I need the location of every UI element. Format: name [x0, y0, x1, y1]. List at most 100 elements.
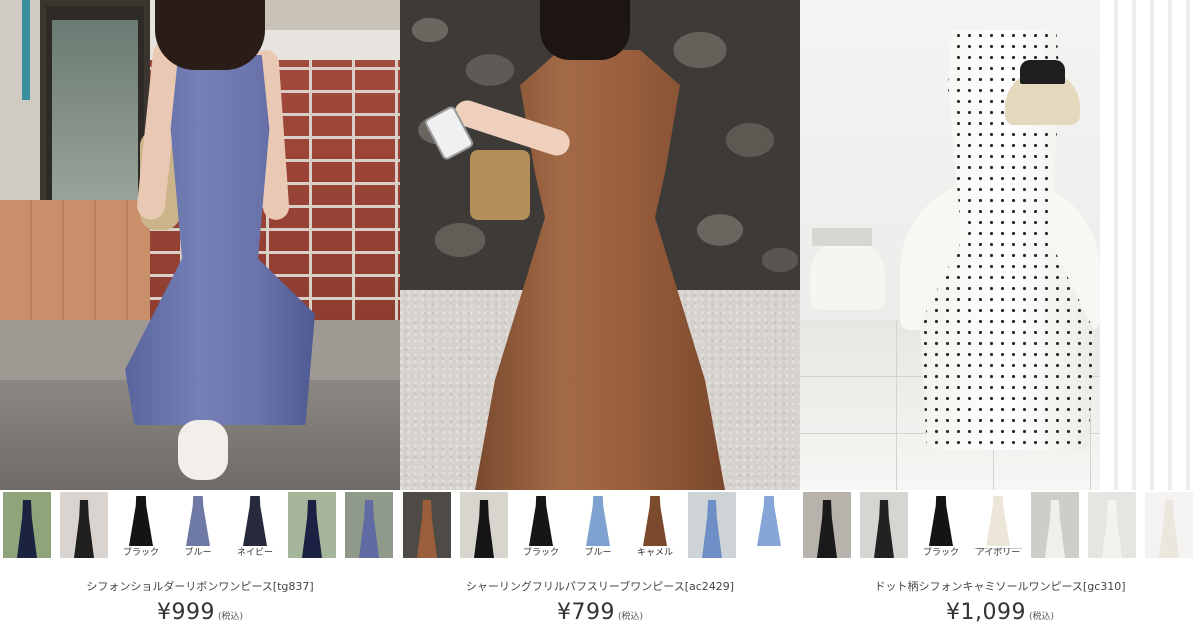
color-thumbnail[interactable] — [860, 492, 908, 558]
boucle-stool — [810, 240, 885, 310]
dress-figure — [586, 496, 610, 546]
color-thumbnail[interactable] — [403, 492, 451, 558]
basket-bag — [470, 150, 530, 220]
color-thumbnail[interactable]: ブラック — [117, 492, 165, 558]
dress-figure — [417, 500, 437, 558]
thumbnail-swatch-image — [517, 492, 565, 548]
price: ¥1,099 — [945, 600, 1026, 625]
thumbnail-swatch-image — [917, 492, 965, 548]
thumbnail-photo — [403, 492, 451, 558]
thumbnail-photo — [60, 492, 108, 558]
dress-figure — [74, 500, 94, 558]
color-thumbnail[interactable]: ブラック — [917, 492, 965, 558]
color-thumbnails: ブラック ブルー キャメル — [400, 490, 800, 560]
thumbnail-color-label: ブラック — [922, 548, 959, 558]
fur-sandal — [178, 420, 228, 480]
thumbnail-photo — [460, 492, 508, 558]
dress-figure — [529, 496, 553, 546]
dress-figure — [243, 496, 267, 546]
thumbnail-color-label: アイボリー — [975, 548, 1021, 558]
dress-figure — [1045, 500, 1065, 558]
dress-figure — [929, 496, 953, 546]
dress-figure — [702, 500, 722, 558]
thumbnail-photo — [3, 492, 51, 558]
price: ¥999 — [156, 600, 215, 625]
pole — [22, 0, 30, 100]
dress-figure — [986, 496, 1010, 546]
color-thumbnail[interactable] — [345, 492, 393, 558]
thumbnail-photo — [345, 492, 393, 558]
thumbnail-color-label: ネイビー — [236, 548, 273, 558]
color-thumbnail[interactable]: ネイビー — [231, 492, 279, 558]
tax-label: (税込) — [1028, 612, 1054, 622]
product-name[interactable]: ドット柄シフォンキャミソールワンピース[gc310] — [800, 578, 1200, 594]
model-hair — [540, 0, 630, 60]
tax-label: (税込) — [617, 612, 644, 622]
color-thumbnail[interactable]: ブラック — [517, 492, 565, 558]
thumbnail-swatch-image — [745, 492, 793, 548]
thumbnail-swatch-image — [231, 492, 279, 548]
books — [812, 228, 872, 246]
rattan-bag-flap — [1020, 60, 1065, 84]
thumbnail-swatch-image — [631, 492, 679, 548]
price: ¥799 — [556, 600, 615, 625]
thumbnail-swatch-image — [574, 492, 622, 548]
product-card-gc310[interactable]: ブラック アイボリー ドット柄シフォンキャミソールワンピース[gc310] ¥1,… — [800, 0, 1200, 628]
thumbnail-swatch-image — [974, 492, 1022, 549]
color-thumbnails: ブラック ブルー ネイビー — [0, 490, 400, 560]
color-thumbnail[interactable] — [745, 492, 793, 558]
thumbnail-photo — [803, 492, 851, 558]
dress-figure — [757, 496, 781, 546]
dress-figure — [17, 500, 37, 558]
dress-figure — [643, 496, 667, 546]
product-photo[interactable] — [800, 0, 1200, 490]
color-thumbnail[interactable] — [460, 492, 508, 558]
model-hair — [155, 0, 265, 70]
product-photo[interactable] — [400, 0, 800, 490]
product-name[interactable]: シフォンショルダーリボンワンピース[tg837] — [0, 578, 400, 594]
color-thumbnail[interactable] — [288, 492, 336, 558]
thumbnail-photo — [688, 492, 736, 558]
thumbnail-color-label: ブルー — [184, 548, 212, 558]
thumbnail-swatch-image — [117, 492, 165, 548]
dress-figure — [1159, 500, 1179, 558]
thumbnail-photo — [1031, 492, 1079, 558]
color-thumbnail[interactable] — [60, 492, 108, 558]
color-thumbnail[interactable] — [1088, 492, 1136, 558]
color-thumbnail[interactable]: キャメル — [631, 492, 679, 558]
dress-figure — [474, 500, 494, 558]
sheer-curtain — [1100, 0, 1200, 490]
product-name[interactable]: シャーリングフリルパフスリーブワンピース[ac2429] — [400, 578, 800, 594]
thumbnail-photo — [1088, 492, 1136, 558]
thumbnail-color-label: ブラック — [522, 548, 559, 558]
dress-figure — [129, 496, 153, 546]
dress-figure — [817, 500, 837, 558]
color-thumbnail[interactable] — [688, 492, 736, 558]
dress-figure — [1102, 500, 1122, 558]
color-thumbnail[interactable]: ブルー — [174, 492, 222, 558]
price-block: ¥999 (税込) — [0, 600, 400, 625]
dress-figure — [874, 500, 894, 558]
dress-figure — [359, 500, 379, 558]
product-photo[interactable] — [0, 0, 400, 490]
color-thumbnails: ブラック アイボリー — [800, 490, 1200, 560]
thumbnail-photo — [288, 492, 336, 558]
color-thumbnail[interactable]: アイボリー — [974, 492, 1022, 558]
price-block: ¥1,099 (税込) — [800, 600, 1200, 625]
color-thumbnail[interactable] — [1145, 492, 1193, 558]
thumbnail-photo — [860, 492, 908, 558]
thumbnail-photo — [1145, 492, 1193, 558]
dress-figure — [302, 500, 322, 558]
tiled-ground — [0, 200, 150, 320]
color-thumbnail[interactable] — [1031, 492, 1079, 558]
thumbnail-color-label: ブルー — [584, 548, 612, 558]
color-thumbnail[interactable]: ブルー — [574, 492, 622, 558]
product-card-ac2429[interactable]: ブラック ブルー キャメル シャーリングフリルパフスリーブワンピース[ac2429]… — [400, 0, 800, 628]
product-card-tg837[interactable]: ブラック ブルー ネイビー シフォンショルダーリボンワンピース[tg837] ¥99… — [0, 0, 400, 628]
thumbnail-color-label: ブラック — [122, 548, 159, 558]
color-thumbnail[interactable] — [3, 492, 51, 558]
color-thumbnail[interactable] — [803, 492, 851, 558]
price-block: ¥799 (税込) — [400, 600, 800, 625]
dress-figure — [186, 496, 210, 546]
thumbnail-swatch-image — [174, 492, 222, 548]
